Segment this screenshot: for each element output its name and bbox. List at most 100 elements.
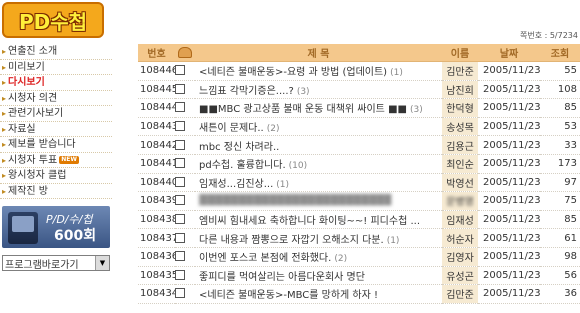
- row-checkbox[interactable]: [175, 251, 185, 262]
- table-row[interactable]: 108436 이번엔 포스코 본점에 전화했다. (2) 김영자 2005/11/23 9…: [138, 247, 580, 267]
- sidebar-item[interactable]: ▸ 제작진 방: [0, 184, 112, 199]
- comment-count: (3): [296, 86, 310, 97]
- table-row[interactable]: 108443 새튼이 문제다.. (2) 송성목 2005/11/23 53: [138, 117, 580, 137]
- post-author[interactable]: 박영선: [442, 173, 478, 193]
- sidebar-item-label: 다시보기: [8, 77, 45, 88]
- program-select-value: 프로그램바로가기: [5, 259, 79, 271]
- row-checkbox[interactable]: [175, 195, 185, 206]
- post-title-cell[interactable]: <네티즌 불매운동>-MBC를 망하게 하자 !: [195, 284, 442, 304]
- table-row[interactable]: 108441 pd수첩. 훌륭합니다. (10) 최인순 2005/11/23 173: [138, 154, 580, 174]
- table-row[interactable]: 108440 임재성...김진상... (1) 박영선 2005/11/23 97: [138, 173, 580, 193]
- row-checkbox-cell: [175, 247, 195, 267]
- chevron-down-icon[interactable]: ▼: [95, 256, 109, 270]
- table-row[interactable]: 108437 다른 내용과 짬뽕으로 자깝기 오해소지 다분. (1) 허순자 2005…: [138, 228, 580, 248]
- post-title[interactable]: mbc 정신 차려라..: [199, 142, 279, 153]
- sidebar-item[interactable]: ▸ 시청자 의견: [0, 91, 112, 106]
- post-title[interactable]: <네티즌 불매운동>-요령 과 방법 (업데이트): [199, 67, 387, 78]
- post-author[interactable]: 김용근: [442, 135, 478, 155]
- post-author[interactable]: 김영자: [442, 247, 478, 267]
- sidebar-item[interactable]: ▸ 제보를 받습니다: [0, 137, 112, 153]
- row-checkbox[interactable]: [175, 83, 185, 94]
- post-title[interactable]: 임재성...김진상...: [199, 179, 273, 190]
- post-author[interactable]: 김만준: [442, 284, 478, 304]
- sidebar-item[interactable]: ▸ 자료실: [0, 122, 112, 137]
- post-author[interactable]: 김만준: [442, 61, 478, 81]
- comment-count: (1): [390, 68, 403, 79]
- program-select[interactable]: 프로그램바로가기 ▼: [2, 255, 110, 271]
- post-title-cell[interactable]: 다른 내용과 짬뽕으로 자깝기 오해소지 다분. (1): [195, 228, 442, 248]
- post-number: 108442: [138, 135, 175, 155]
- sidebar-item[interactable]: ▸ 왕시청자 클럽: [0, 168, 112, 184]
- post-author[interactable]: 송성목: [442, 117, 478, 137]
- row-checkbox-cell: [175, 228, 195, 248]
- anniversary-banner[interactable]: P/D/수/첩 600회: [2, 206, 110, 248]
- col-date: 날짜: [478, 44, 540, 62]
- post-number: 108443: [138, 117, 175, 137]
- sidebar-item[interactable]: ▸ 시청자 투표 NEW: [0, 153, 112, 168]
- row-checkbox[interactable]: [175, 176, 185, 187]
- bullet-icon: ▸: [2, 62, 7, 72]
- post-number: 108444: [138, 98, 175, 118]
- post-number: 108438: [138, 210, 175, 230]
- post-title-cell[interactable]: 이번엔 포스코 본점에 전화했다. (2): [195, 247, 442, 267]
- post-title[interactable]: pd수첩. 훌륭합니다.: [199, 160, 286, 171]
- row-checkbox-cell: [175, 154, 195, 174]
- pd-logo[interactable]: PD수첩: [2, 2, 104, 38]
- table-row[interactable]: 108446 <네티즌 불매운동>-요령 과 방법 (업데이트) (1) 김만준 200…: [138, 61, 580, 81]
- post-views: 53: [540, 117, 580, 137]
- post-author[interactable]: 남진희: [442, 80, 478, 100]
- post-date: 2005/11/23: [478, 191, 540, 211]
- post-title-cell[interactable]: 임재성...김진상... (1): [195, 173, 442, 193]
- table-row[interactable]: 108445 느낌표 각막기증은....? (3) 남진희 2005/11/23 108: [138, 80, 580, 100]
- sidebar-item-label: 관련기사보기: [8, 108, 64, 119]
- post-title[interactable]: <네티즌 불매운동>-MBC를 망하게 하자 !: [199, 290, 378, 301]
- sidebar-item[interactable]: ▸ 관련기사보기: [0, 106, 112, 122]
- table-row[interactable]: 108438 엠비씨 힘내세요 축하합니다 화이팅~~! 피디수첩 ... 임재성 2…: [138, 210, 580, 230]
- row-checkbox[interactable]: [175, 102, 185, 113]
- row-checkbox-cell: [175, 61, 195, 81]
- row-checkbox[interactable]: [175, 269, 185, 280]
- author-name: 임재성: [446, 216, 474, 228]
- post-title[interactable]: 새튼이 문제다..: [199, 123, 264, 134]
- row-checkbox[interactable]: [175, 232, 185, 243]
- post-author[interactable]: 한덕형: [442, 98, 478, 118]
- sidebar-item[interactable]: ▸ 미리보기: [0, 60, 112, 75]
- row-checkbox[interactable]: [175, 65, 185, 76]
- post-author[interactable]: 임재성: [442, 210, 478, 230]
- table-row[interactable]: 108439 ▓▓▓▓▓▓▓▓▓▓▓▓▓▓▓▓▓▓▓▓▓▓▓▓▓ 문병영 2005/1…: [138, 191, 580, 211]
- post-title-cell[interactable]: 새튼이 문제다.. (2): [195, 117, 442, 137]
- post-author[interactable]: 허순자: [442, 228, 478, 248]
- sidebar-item[interactable]: ▸ 다시보기: [0, 75, 112, 91]
- row-checkbox[interactable]: [175, 288, 185, 299]
- row-checkbox[interactable]: [175, 139, 185, 150]
- post-title-cell[interactable]: ■■MBC 광고상품 불매 운동 대책위 싸이트 ■■ (3): [195, 98, 442, 118]
- table-row[interactable]: 108444 ■■MBC 광고상품 불매 운동 대책위 싸이트 ■■ (3) 한덕형 2…: [138, 98, 580, 118]
- post-author[interactable]: 문병영: [442, 191, 478, 211]
- post-title[interactable]: 좋피디를 먹여살리는 아름다운회사 명단: [199, 272, 365, 283]
- table-row[interactable]: 108434 <네티즌 불매운동>-MBC를 망하게 하자 ! 김만준 2005/11…: [138, 284, 580, 304]
- post-title-cell[interactable]: ▓▓▓▓▓▓▓▓▓▓▓▓▓▓▓▓▓▓▓▓▓▓▓▓▓: [195, 191, 442, 211]
- post-title[interactable]: 엠비씨 힘내세요 축하합니다 화이팅~~! 피디수첩 ...: [199, 216, 420, 227]
- col-author: 이름: [442, 44, 478, 62]
- sidebar-item[interactable]: ▸ 연출진 소개: [0, 44, 112, 60]
- post-title-cell[interactable]: mbc 정신 차려라..: [195, 135, 442, 155]
- row-checkbox[interactable]: [175, 121, 185, 132]
- post-title-cell[interactable]: 느낌표 각막기증은....? (3): [195, 80, 442, 100]
- row-checkbox[interactable]: [175, 214, 185, 225]
- table-row[interactable]: 108435 좋피디를 먹여살리는 아름다운회사 명단 유성곤 2005/11/23 5…: [138, 266, 580, 286]
- post-title[interactable]: 느낌표 각막기증은....?: [199, 86, 294, 97]
- row-checkbox[interactable]: [175, 158, 185, 169]
- post-author[interactable]: 최인순: [442, 154, 478, 174]
- post-date: 2005/11/23: [478, 210, 540, 230]
- post-title-cell[interactable]: 좋피디를 먹여살리는 아름다운회사 명단: [195, 266, 442, 286]
- post-title-cell[interactable]: 엠비씨 힘내세요 축하합니다 화이팅~~! 피디수첩 ...: [195, 210, 442, 230]
- post-date: 2005/11/23: [478, 228, 540, 248]
- post-title[interactable]: 다른 내용과 짬뽕으로 자깝기 오해소지 다분.: [199, 235, 384, 246]
- post-title-cell[interactable]: <네티즌 불매운동>-요령 과 방법 (업데이트) (1): [195, 61, 442, 81]
- post-title-blurred: ▓▓▓▓▓▓▓▓▓▓▓▓▓▓▓▓▓▓▓▓▓▓▓▓▓: [199, 195, 392, 207]
- post-title[interactable]: 이번엔 포스코 본점에 전화했다.: [199, 253, 331, 264]
- post-title[interactable]: ■■MBC 광고상품 불매 운동 대책위 싸이트 ■■: [199, 104, 407, 115]
- table-row[interactable]: 108442 mbc 정신 차려라.. 김용근 2005/11/23 33: [138, 135, 580, 155]
- post-title-cell[interactable]: pd수첩. 훌륭합니다. (10): [195, 154, 442, 174]
- post-author[interactable]: 유성곤: [442, 266, 478, 286]
